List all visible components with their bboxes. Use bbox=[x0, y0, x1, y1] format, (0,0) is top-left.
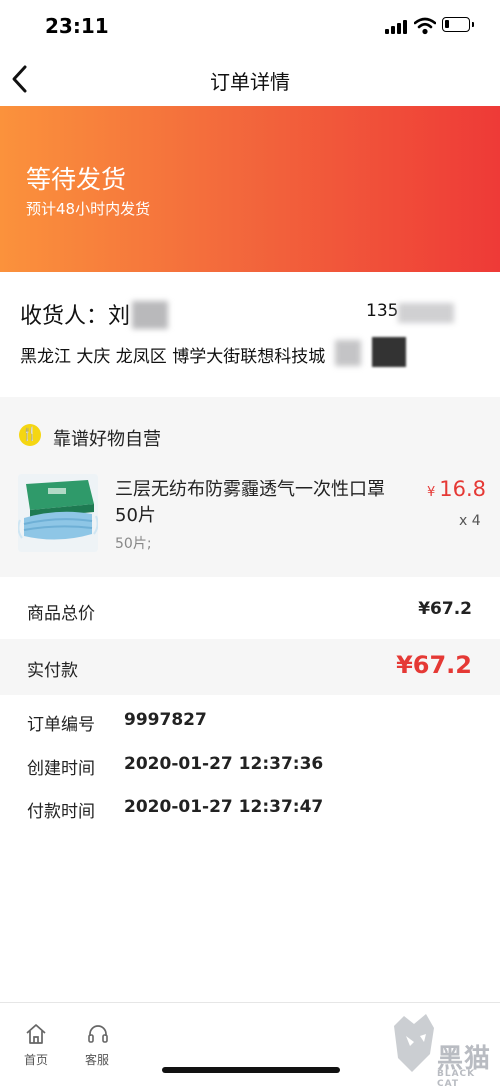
order-status-title: 等待发货 bbox=[26, 165, 127, 194]
order-number-value: 9997827 bbox=[124, 710, 207, 730]
created-time-label: 创建时间 bbox=[27, 759, 95, 779]
home-indicator bbox=[162, 1067, 340, 1073]
currency-symbol: ¥ bbox=[427, 485, 436, 500]
recipient-phone-redaction bbox=[398, 303, 454, 323]
total-price-value: ¥67.2 bbox=[418, 599, 472, 619]
tab-home-label[interactable]: 首页 bbox=[24, 1051, 48, 1068]
created-time-value: 2020-01-27 12:37:36 bbox=[124, 754, 324, 774]
recipient-name: 收货人：刘 bbox=[20, 304, 131, 329]
paid-amount-value: ¥67.2 bbox=[396, 651, 472, 679]
address-redaction-light bbox=[335, 340, 361, 366]
recipient-address: 黑龙江 大庆 龙凤区 博学大街联想科技城 bbox=[20, 347, 326, 367]
battery-icon bbox=[442, 17, 474, 32]
product-price-value: 16.8 bbox=[439, 477, 487, 501]
recipient-name-redaction bbox=[132, 301, 168, 329]
order-number-label: 订单编号 bbox=[27, 715, 95, 735]
headset-icon bbox=[88, 1025, 108, 1043]
store-name[interactable]: 靠谱好物自营 bbox=[53, 425, 161, 451]
store-icon: 🍴 bbox=[19, 424, 41, 446]
product-spec: 50片; bbox=[115, 536, 152, 552]
page-title: 订单详情 bbox=[210, 70, 290, 94]
product-thumbnail[interactable] bbox=[18, 474, 98, 552]
tab-service-label[interactable]: 客服 bbox=[85, 1051, 109, 1068]
payment-time-value: 2020-01-27 12:37:47 bbox=[124, 797, 324, 817]
paid-amount-label: 实付款 bbox=[27, 661, 78, 681]
total-price-label: 商品总价 bbox=[27, 604, 95, 624]
product-price: ¥16.8 bbox=[427, 477, 486, 501]
home-icon bbox=[26, 1024, 46, 1044]
cellular-signal-icon bbox=[385, 20, 409, 34]
product-name[interactable]: 三层无纺布防雾霾透气一次性口罩50片 bbox=[115, 477, 395, 529]
wifi-icon bbox=[414, 17, 436, 35]
status-time: 23:11 bbox=[45, 14, 109, 38]
product-quantity: x 4 bbox=[459, 513, 481, 529]
watermark-subtext: BLACK CAT bbox=[437, 1069, 476, 1089]
address-redaction-dark bbox=[372, 337, 406, 367]
recipient-phone: 135 bbox=[366, 301, 399, 321]
order-status-subtitle: 预计48小时内发货 bbox=[26, 200, 151, 218]
face-mask-image bbox=[18, 474, 98, 552]
payment-time-label: 付款时间 bbox=[27, 802, 95, 822]
